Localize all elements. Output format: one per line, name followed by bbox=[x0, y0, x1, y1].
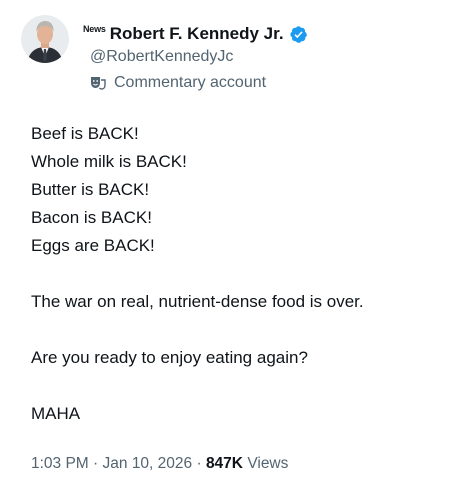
avatar[interactable] bbox=[21, 15, 69, 63]
author-display-name[interactable]: Robert F. Kennedy Jr. bbox=[110, 24, 284, 44]
tweet-meta: 1:03 PM · Jan 10, 2026 · 847K Views bbox=[31, 455, 288, 473]
tweet-line: Are you ready to enjoy eating again? bbox=[31, 348, 308, 367]
tweet: News Robert F. Kennedy Jr. @RobertKenned… bbox=[0, 0, 464, 492]
author-handle[interactable]: @RobertKennedyJc bbox=[90, 48, 233, 66]
verified-badge-icon[interactable] bbox=[289, 25, 308, 44]
account-label-text: Commentary account bbox=[114, 74, 267, 91]
tweet-line: MAHA bbox=[31, 404, 81, 423]
tweet-time: 1:03 PM bbox=[31, 455, 89, 472]
views-count: 847K bbox=[205, 455, 243, 472]
tweet-timestamp[interactable]: 1:03 PM · Jan 10, 2026 bbox=[31, 455, 192, 472]
tweet-text: Beef is BACK! Whole milk is BACK! Butter… bbox=[31, 120, 451, 428]
tweet-date: Jan 10, 2026 bbox=[102, 455, 193, 472]
author-name-row: News Robert F. Kennedy Jr. bbox=[83, 22, 308, 46]
comedy-mask-icon bbox=[90, 75, 106, 91]
tweet-line: Eggs are BACK! bbox=[31, 236, 155, 255]
views-label: Views bbox=[247, 455, 289, 472]
tweet-line: Whole milk is BACK! bbox=[31, 152, 187, 171]
account-label[interactable]: Commentary account bbox=[90, 74, 266, 92]
tweet-line: Bacon is BACK! bbox=[31, 208, 152, 227]
tweet-line: Beef is BACK! bbox=[31, 124, 139, 143]
tweet-line: Butter is BACK! bbox=[31, 180, 150, 199]
tweet-line: The war on real, nutrient-dense food is … bbox=[31, 292, 364, 311]
meta-separator: · bbox=[88, 455, 103, 472]
meta-separator: · bbox=[192, 455, 206, 472]
news-tag: News bbox=[83, 24, 106, 34]
